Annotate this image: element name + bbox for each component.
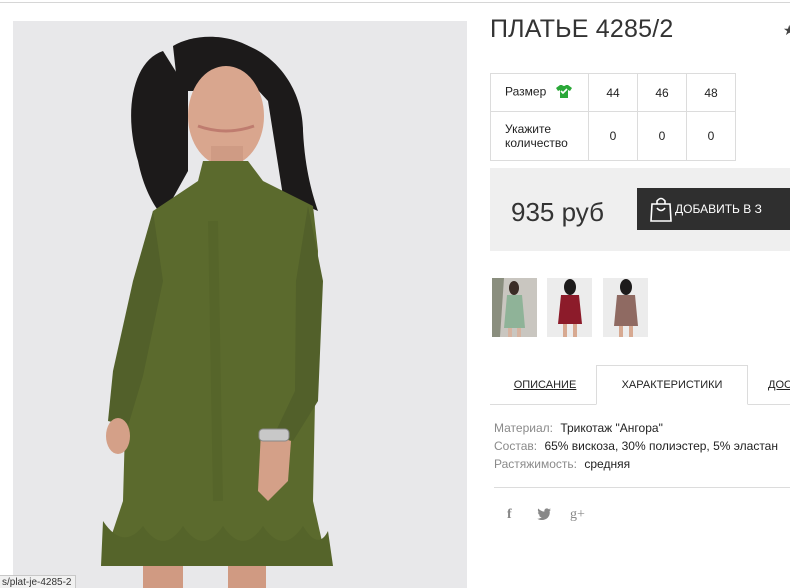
size-48: 48 bbox=[686, 73, 736, 112]
tab-description-label: ОПИСАНИЕ bbox=[513, 379, 577, 391]
tab-characteristics[interactable]: ХАРАКТЕРИСТИКИ bbox=[596, 365, 748, 405]
star-icon[interactable]: ★ bbox=[783, 22, 790, 39]
main-product-photo[interactable] bbox=[13, 21, 467, 588]
thumbnail-mauve[interactable] bbox=[603, 278, 648, 337]
spec-value: средняя bbox=[584, 457, 631, 471]
size-table: Размер 44 46 48 Укажите количество 0 0 0 bbox=[490, 73, 736, 161]
spec-key: Материал: bbox=[494, 421, 553, 435]
size-row: Размер 44 46 48 bbox=[490, 73, 736, 112]
spec-key: Растяжимость: bbox=[494, 457, 578, 471]
spec-value: Трикотаж "Ангора" bbox=[560, 421, 663, 435]
quantity-input-44[interactable]: 0 bbox=[588, 111, 638, 161]
tab-delivery[interactable]: ДОС bbox=[768, 365, 790, 405]
size-label-cell: Размер bbox=[490, 73, 589, 112]
add-to-cart-button[interactable]: ДОБАВИТЬ В З bbox=[637, 188, 790, 230]
size-44: 44 bbox=[588, 73, 638, 112]
spec-row-composition: Состав: 65% вискоза, 30% полиэстер, 5% э… bbox=[494, 437, 778, 455]
price-box: 935 руб ДОБАВИТЬ В З bbox=[490, 168, 790, 251]
size-chart-icon[interactable] bbox=[555, 84, 572, 101]
characteristics-panel: Материал: Трикотаж "Ангора" Состав: 65% … bbox=[494, 419, 778, 473]
thumbnail-green[interactable] bbox=[492, 278, 537, 337]
quantity-input-46[interactable]: 0 bbox=[637, 111, 687, 161]
quantity-row: Укажите количество 0 0 0 bbox=[490, 111, 736, 161]
spec-row-material: Материал: Трикотаж "Ангора" bbox=[494, 419, 778, 437]
product-price: 935 руб bbox=[511, 197, 604, 227]
add-to-cart-label: ДОБАВИТЬ В З bbox=[675, 202, 762, 216]
top-divider bbox=[0, 2, 790, 3]
product-title: ПЛАТЬЕ 4285/2 bbox=[490, 15, 674, 43]
spec-row-stretch: Растяжимость: средняя bbox=[494, 455, 778, 473]
facebook-icon[interactable]: f bbox=[507, 507, 512, 523]
spec-key: Состав: bbox=[494, 439, 538, 453]
thumbnail-burgundy[interactable] bbox=[547, 278, 592, 337]
twitter-icon[interactable] bbox=[537, 507, 551, 523]
spec-value: 65% вискоза, 30% полиэстер, 5% эластан bbox=[544, 439, 778, 453]
size-46: 46 bbox=[637, 73, 687, 112]
status-bar-url: s/plat-je-4285-2 bbox=[0, 575, 77, 588]
tab-delivery-label: ДОС bbox=[768, 379, 790, 391]
quantity-input-48[interactable]: 0 bbox=[686, 111, 736, 161]
google-plus-icon[interactable]: g+ bbox=[570, 507, 585, 523]
size-label: Размер bbox=[505, 84, 547, 99]
tab-description[interactable]: ОПИСАНИЕ bbox=[490, 365, 600, 405]
share-divider bbox=[494, 487, 790, 488]
tab-characteristics-label: ХАРАКТЕРИСТИКИ bbox=[621, 379, 723, 391]
shopping-bag-icon bbox=[649, 196, 673, 225]
quantity-label: Укажите количество bbox=[490, 111, 589, 161]
